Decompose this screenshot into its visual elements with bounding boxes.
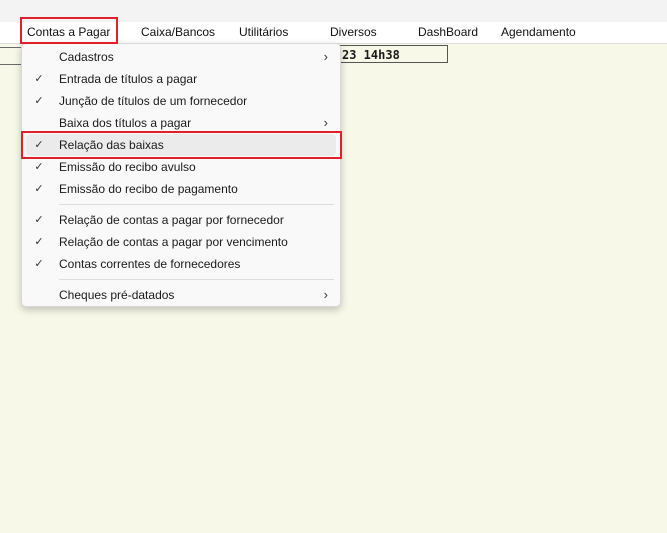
- check-icon: ✓: [34, 95, 44, 107]
- menu-item-label: Baixa dos títulos a pagar: [59, 116, 192, 130]
- menu-item-entrada-titulos[interactable]: ✓ Entrada de títulos a pagar: [26, 68, 336, 90]
- check-icon: ✓: [34, 73, 44, 85]
- menu-utilitarios[interactable]: Utilitários: [239, 22, 288, 43]
- contas-a-pagar-dropdown: Cadastros › ✓ Entrada de títulos a pagar…: [21, 43, 341, 307]
- menu-item-label: Relação de contas a pagar por fornecedor: [59, 213, 284, 227]
- menu-item-label: Relação de contas a pagar por vencimento: [59, 235, 288, 249]
- check-icon: ✓: [34, 236, 44, 248]
- window-top-strip: [0, 0, 667, 22]
- menu-caixa-bancos[interactable]: Caixa/Bancos: [141, 22, 215, 43]
- menu-item-label: Relação das baixas: [59, 138, 164, 152]
- menu-item-cadastros[interactable]: Cadastros ›: [26, 46, 336, 68]
- chevron-right-icon: ›: [323, 49, 328, 64]
- check-icon: ✓: [34, 139, 44, 151]
- menu-item-recibo-avulso[interactable]: ✓ Emissão do recibo avulso: [26, 156, 336, 178]
- menu-agendamento[interactable]: Agendamento: [501, 22, 576, 43]
- menu-item-baixa-titulos[interactable]: Baixa dos títulos a pagar ›: [26, 112, 336, 134]
- menu-item-relacao-baixas[interactable]: ✓ Relação das baixas: [26, 134, 336, 156]
- chevron-right-icon: ›: [323, 115, 328, 130]
- menu-separator: [59, 204, 334, 205]
- check-icon: ✓: [34, 183, 44, 195]
- menu-item-label: Emissão do recibo avulso: [59, 160, 196, 174]
- menu-contas-a-pagar[interactable]: Contas a Pagar: [27, 22, 110, 43]
- menu-item-label: Cadastros: [59, 50, 114, 64]
- datetime-display: 23 14h38: [338, 45, 448, 63]
- menu-item-contas-correntes[interactable]: ✓ Contas correntes de fornecedores: [26, 253, 336, 275]
- menu-item-label: Entrada de títulos a pagar: [59, 72, 198, 86]
- menu-dashboard[interactable]: DashBoard: [418, 22, 478, 43]
- menu-item-label: Emissão do recibo de pagamento: [59, 182, 238, 196]
- menu-item-label: Junção de títulos de um fornecedor: [59, 94, 248, 108]
- check-icon: ✓: [34, 258, 44, 270]
- menu-item-label: Contas correntes de fornecedores: [59, 257, 241, 271]
- background-field-left: [0, 47, 23, 65]
- menu-item-juncao-titulos[interactable]: ✓ Junção de títulos de um fornecedor: [26, 90, 336, 112]
- menu-diversos[interactable]: Diversos: [330, 22, 377, 43]
- menu-bar: Contas a Pagar Caixa/Bancos Utilitários …: [0, 22, 667, 44]
- check-icon: ✓: [34, 214, 44, 226]
- menu-item-recibo-pagamento[interactable]: ✓ Emissão do recibo de pagamento: [26, 178, 336, 200]
- menu-item-label: Cheques pré-datados: [59, 288, 175, 302]
- chevron-right-icon: ›: [323, 287, 328, 302]
- menu-item-contas-por-vencimento[interactable]: ✓ Relação de contas a pagar por vencimen…: [26, 231, 336, 253]
- menu-separator: [59, 279, 334, 280]
- menu-item-cheques-pre-datados[interactable]: Cheques pré-datados ›: [26, 284, 336, 306]
- check-icon: ✓: [34, 161, 44, 173]
- menu-item-contas-por-fornecedor[interactable]: ✓ Relação de contas a pagar por forneced…: [26, 209, 336, 231]
